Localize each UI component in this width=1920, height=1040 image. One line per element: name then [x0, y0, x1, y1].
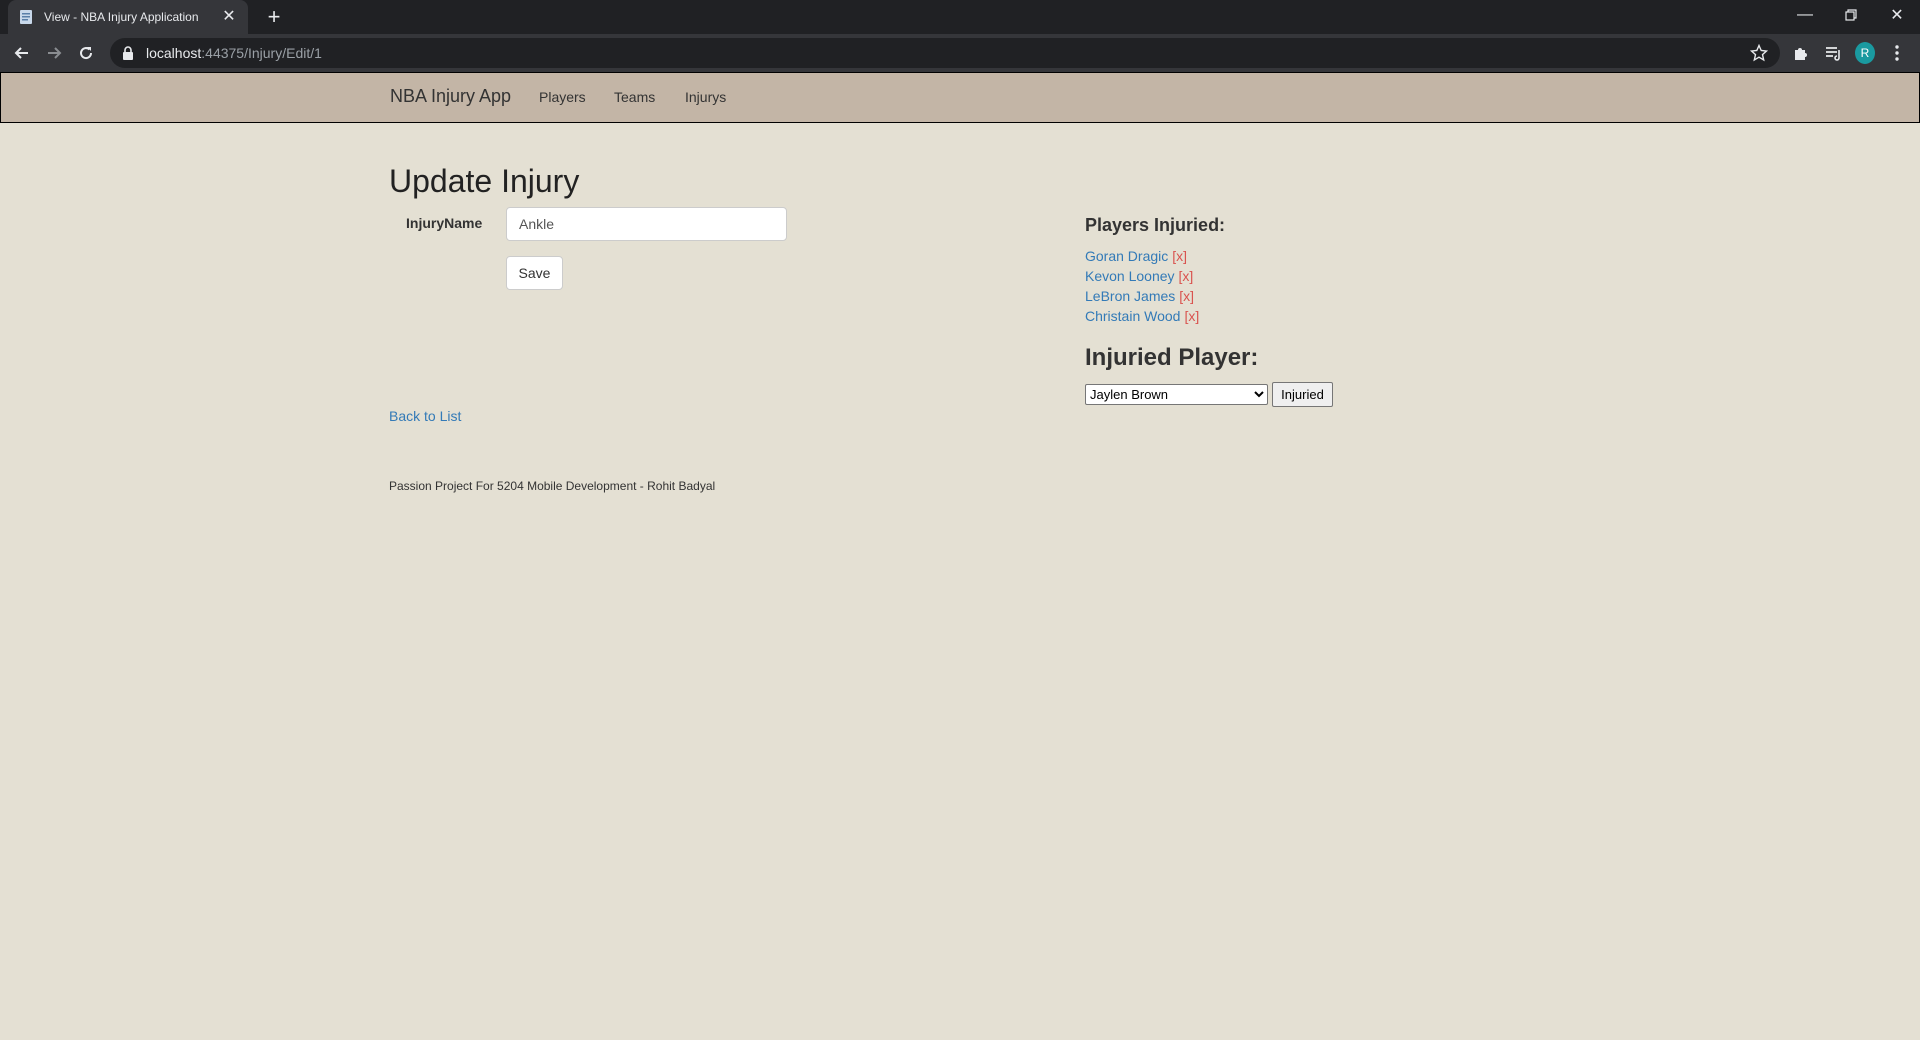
player-select[interactable]: Jaylen Brown	[1085, 384, 1268, 405]
restore-icon[interactable]	[1828, 0, 1874, 30]
page-title: Update Injury	[389, 163, 580, 199]
save-button[interactable]: Save	[506, 256, 563, 290]
new-tab-button[interactable]: +	[260, 4, 288, 32]
browser-tab-bar: View - NBA Injury Application ✕ + — ✕	[0, 0, 1920, 34]
nav-link-teams[interactable]: Teams	[614, 89, 655, 105]
remove-player-link[interactable]: [x]	[1172, 248, 1187, 264]
window-controls: — ✕	[1782, 0, 1920, 34]
page-icon	[18, 9, 34, 25]
minimize-icon[interactable]: —	[1782, 0, 1828, 30]
back-to-list-link[interactable]: Back to List	[389, 408, 461, 424]
kebab-menu-icon[interactable]	[1887, 43, 1907, 63]
brand-link[interactable]: NBA Injury App	[390, 86, 511, 107]
footer-text: Passion Project For 5204 Mobile Developm…	[389, 479, 716, 493]
player-link[interactable]: Christain Wood	[1085, 308, 1180, 324]
remove-player-link[interactable]: [x]	[1184, 308, 1199, 324]
list-item: Christain Wood [x]	[1085, 306, 1199, 326]
list-item: Goran Dragic [x]	[1085, 246, 1199, 266]
browser-tab[interactable]: View - NBA Injury Application ✕	[8, 0, 248, 34]
browser-toolbar: localhost:44375/Injury/Edit/1 R	[0, 34, 1920, 72]
forward-arrow-icon[interactable]	[40, 39, 68, 67]
extensions-puzzle-icon[interactable]	[1791, 43, 1811, 63]
remove-player-link[interactable]: [x]	[1179, 288, 1194, 304]
lock-icon[interactable]	[122, 46, 134, 60]
site-navbar: NBA Injury App Players Teams Injurys	[0, 72, 1920, 123]
url-path: :44375/Injury/Edit/1	[201, 45, 322, 61]
players-injured-heading: Players Injuried:	[1085, 215, 1226, 235]
window-close-icon[interactable]: ✕	[1874, 0, 1920, 30]
nav-link-injurys[interactable]: Injurys	[685, 89, 726, 105]
reload-icon[interactable]	[72, 39, 100, 67]
injury-name-label: InjuryName	[406, 215, 483, 231]
injured-player-heading: Injuried Player:	[1085, 344, 1259, 371]
list-item: Kevon Looney [x]	[1085, 266, 1199, 286]
injury-name-input[interactable]	[506, 207, 787, 241]
address-bar[interactable]: localhost:44375/Injury/Edit/1	[110, 38, 1780, 68]
bookmark-star-icon[interactable]	[1749, 43, 1769, 67]
profile-avatar[interactable]: R	[1855, 42, 1875, 64]
player-link[interactable]: Goran Dragic	[1085, 248, 1168, 264]
reading-list-icon[interactable]	[1823, 43, 1843, 63]
profile-initial: R	[1855, 42, 1875, 64]
player-link[interactable]: Kevon Looney	[1085, 268, 1175, 284]
url-host: localhost	[146, 45, 202, 61]
back-arrow-icon[interactable]	[8, 39, 36, 67]
remove-player-link[interactable]: [x]	[1179, 268, 1194, 284]
injured-players-list: Goran Dragic [x] Kevon Looney [x] LeBron J…	[1085, 246, 1199, 326]
list-item: LeBron James [x]	[1085, 286, 1199, 306]
injured-submit-button[interactable]: Injuried	[1272, 382, 1333, 407]
player-link[interactable]: LeBron James	[1085, 288, 1175, 304]
close-icon[interactable]: ✕	[220, 8, 238, 26]
tab-title: View - NBA Injury Application	[44, 10, 199, 24]
nav-link-players[interactable]: Players	[539, 89, 586, 105]
